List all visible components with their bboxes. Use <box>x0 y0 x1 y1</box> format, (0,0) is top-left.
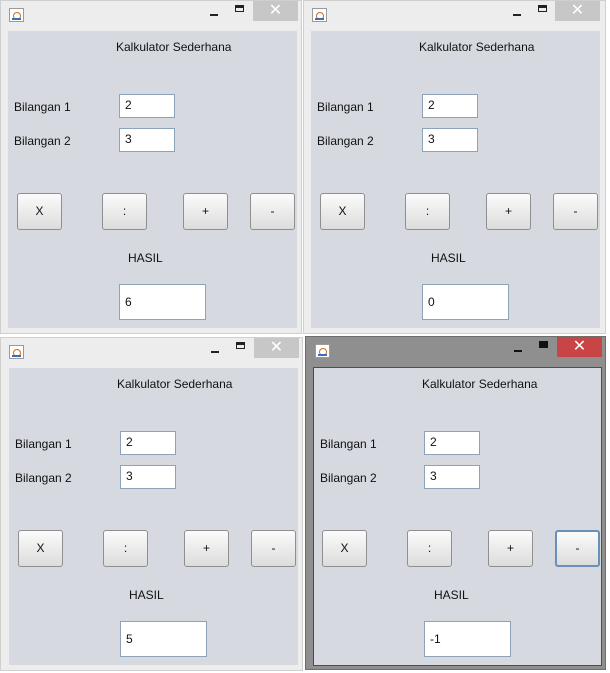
multiply-button[interactable]: X <box>320 193 365 230</box>
close-icon[interactable]: ✕ <box>555 1 600 21</box>
app-title: Kalkulator Sederhana <box>419 40 535 54</box>
subtract-button[interactable]: - <box>251 530 296 567</box>
close-icon[interactable]: ✕ <box>557 337 602 357</box>
window-title-bar[interactable]: ✕ <box>304 1 605 29</box>
bilangan-2-input[interactable]: 3 <box>120 465 176 489</box>
hasil-output[interactable]: 0 <box>422 284 509 320</box>
calculator-window-1: ✕ Kalkulator Sederhana Bilangan 1 2 Bila… <box>0 0 302 334</box>
hasil-output[interactable]: 6 <box>119 284 206 320</box>
close-icon[interactable]: ✕ <box>254 338 299 358</box>
app-title: Kalkulator Sederhana <box>117 377 233 391</box>
multiply-button[interactable]: X <box>322 530 367 567</box>
bilangan-1-label: Bilangan 1 <box>15 437 72 451</box>
divide-button[interactable]: : <box>102 193 147 230</box>
maximize-icon[interactable] <box>531 337 557 357</box>
bilangan-2-input[interactable]: 3 <box>424 465 480 489</box>
bilangan-1-input[interactable]: 2 <box>424 431 480 455</box>
close-icon[interactable]: ✕ <box>253 1 298 21</box>
app-title: Kalkulator Sederhana <box>116 40 232 54</box>
maximize-icon[interactable] <box>228 338 254 358</box>
minimize-icon[interactable] <box>505 337 531 357</box>
multiply-button[interactable]: X <box>17 193 62 230</box>
divide-button[interactable]: : <box>407 530 452 567</box>
bilangan-2-label: Bilangan 2 <box>14 134 71 148</box>
add-button[interactable]: + <box>183 193 228 230</box>
bilangan-1-input[interactable]: 2 <box>119 94 175 118</box>
hasil-label: HASIL <box>129 588 164 602</box>
add-button[interactable]: + <box>184 530 229 567</box>
client-area: Kalkulator Sederhana Bilangan 1 2 Bilang… <box>8 31 297 328</box>
minimize-icon[interactable] <box>504 1 530 21</box>
bilangan-2-input[interactable]: 3 <box>119 128 175 152</box>
calculator-window-2: ✕ Kalkulator Sederhana Bilangan 1 2 Bila… <box>303 0 606 334</box>
bilangan-2-label: Bilangan 2 <box>15 471 72 485</box>
maximize-icon[interactable] <box>227 1 253 21</box>
add-button[interactable]: + <box>486 193 531 230</box>
minimize-icon[interactable] <box>201 1 227 21</box>
client-area: Kalkulator Sederhana Bilangan 1 2 Bilang… <box>311 31 600 328</box>
client-area: Kalkulator Sederhana Bilangan 1 2 Bilang… <box>9 368 298 665</box>
bilangan-1-input[interactable]: 2 <box>422 94 478 118</box>
bilangan-2-label: Bilangan 2 <box>320 471 377 485</box>
hasil-label: HASIL <box>434 588 469 602</box>
minimize-icon[interactable] <box>202 338 228 358</box>
bilangan-2-label: Bilangan 2 <box>317 134 374 148</box>
java-app-icon <box>315 344 330 358</box>
window-title-bar[interactable]: ✕ <box>1 338 302 366</box>
maximize-icon[interactable] <box>530 1 556 21</box>
multiply-button[interactable]: X <box>18 530 63 567</box>
hasil-output[interactable]: 5 <box>120 621 207 657</box>
window-title-bar[interactable]: ✕ <box>306 337 605 365</box>
java-app-icon <box>9 345 24 359</box>
bilangan-1-input[interactable]: 2 <box>120 431 176 455</box>
java-app-icon <box>9 8 24 22</box>
subtract-button[interactable]: - <box>553 193 598 230</box>
window-title-bar[interactable]: ✕ <box>1 1 301 29</box>
bilangan-1-label: Bilangan 1 <box>14 100 71 114</box>
app-title: Kalkulator Sederhana <box>422 377 538 391</box>
hasil-label: HASIL <box>128 251 163 265</box>
divide-button[interactable]: : <box>405 193 450 230</box>
bilangan-1-label: Bilangan 1 <box>320 437 377 451</box>
java-app-icon <box>312 8 327 22</box>
subtract-button[interactable]: - <box>250 193 295 230</box>
bilangan-1-label: Bilangan 1 <box>317 100 374 114</box>
subtract-button[interactable]: - <box>555 530 600 567</box>
add-button[interactable]: + <box>488 530 533 567</box>
calculator-window-4: ✕ Kalkulator Sederhana Bilangan 1 2 Bila… <box>305 336 606 670</box>
hasil-output[interactable]: -1 <box>424 621 511 657</box>
client-area: Kalkulator Sederhana Bilangan 1 2 Bilang… <box>313 367 602 666</box>
divide-button[interactable]: : <box>103 530 148 567</box>
hasil-label: HASIL <box>431 251 466 265</box>
bilangan-2-input[interactable]: 3 <box>422 128 478 152</box>
calculator-window-3: ✕ Kalkulator Sederhana Bilangan 1 2 Bila… <box>0 337 303 671</box>
